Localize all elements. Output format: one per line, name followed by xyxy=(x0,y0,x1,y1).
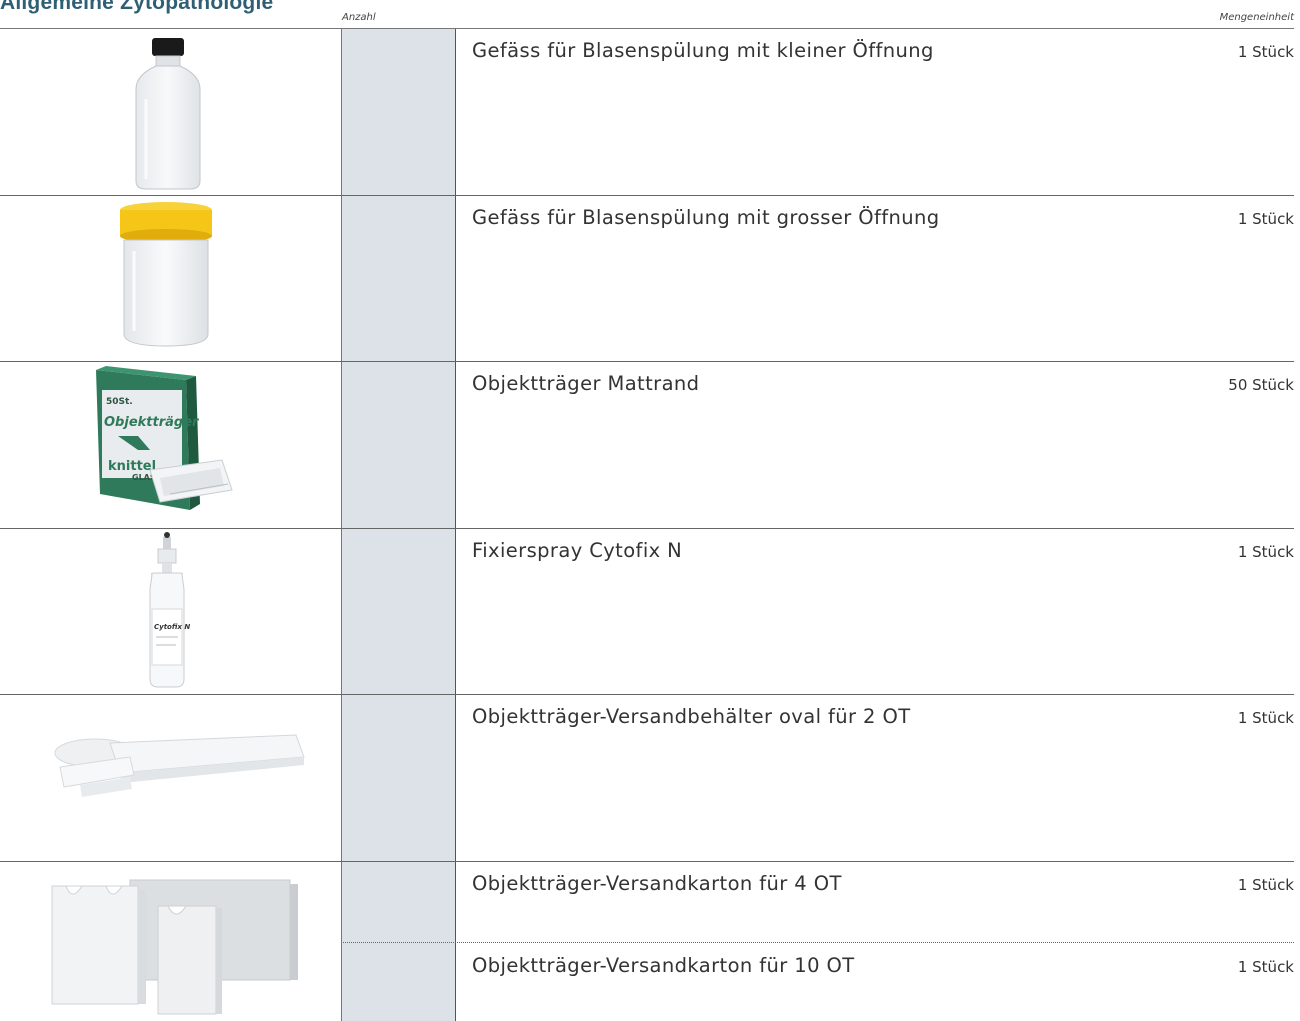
item-unit: 1 Stück xyxy=(1237,958,1294,976)
item-name: Gefäss für Blasenspülung mit kleiner Öff… xyxy=(472,39,934,62)
wide-opening-container-icon xyxy=(0,196,340,361)
item-unit: 1 Stück xyxy=(1237,709,1294,727)
item-unit: 1 Stück xyxy=(1237,210,1294,228)
slide-mailer-carton-icon xyxy=(0,862,340,1021)
svg-text:knittel: knittel xyxy=(108,459,156,474)
item-name: Objektträger-Versandkarton für 10 OT xyxy=(472,954,855,977)
item-name: Objektträger-Versandbehälter oval für 2 … xyxy=(472,705,911,728)
svg-text:Objektträger: Objektträger xyxy=(104,415,200,430)
item-unit: 50 Stück xyxy=(1228,376,1294,394)
item-name: Fixierspray Cytofix N xyxy=(472,539,683,562)
image-column-separator xyxy=(341,29,342,1021)
item-unit: 1 Stück xyxy=(1237,43,1294,61)
quantity-column xyxy=(342,29,455,1021)
item-name: Gefäss für Blasenspülung mit grosser Öff… xyxy=(472,206,940,229)
item-name: Objektträger Mattrand xyxy=(472,372,700,395)
svg-text:Cytofix N: Cytofix N xyxy=(154,623,190,631)
svg-text:50St.: 50St. xyxy=(106,397,133,407)
row-divider-dotted xyxy=(341,942,1294,943)
column-header-anzahl: Anzahl xyxy=(342,12,376,23)
column-header-mengeneinheit: Mengeneinheit xyxy=(1219,12,1294,23)
item-unit: 1 Stück xyxy=(1237,876,1294,894)
item-unit: 1 Stück xyxy=(1237,543,1294,561)
oval-slide-mailer-icon xyxy=(0,695,340,861)
item-name: Objektträger-Versandkarton für 4 OT xyxy=(472,872,842,895)
small-opening-bottle-icon xyxy=(0,29,340,195)
section-title: Allgemeine Zytopathologie xyxy=(0,0,274,14)
slide-box-icon: 50St. Objektträger knittel GLASS xyxy=(0,362,340,528)
quantity-column-separator xyxy=(455,29,456,1021)
spray-bottle-icon: Cytofix N xyxy=(0,529,340,694)
